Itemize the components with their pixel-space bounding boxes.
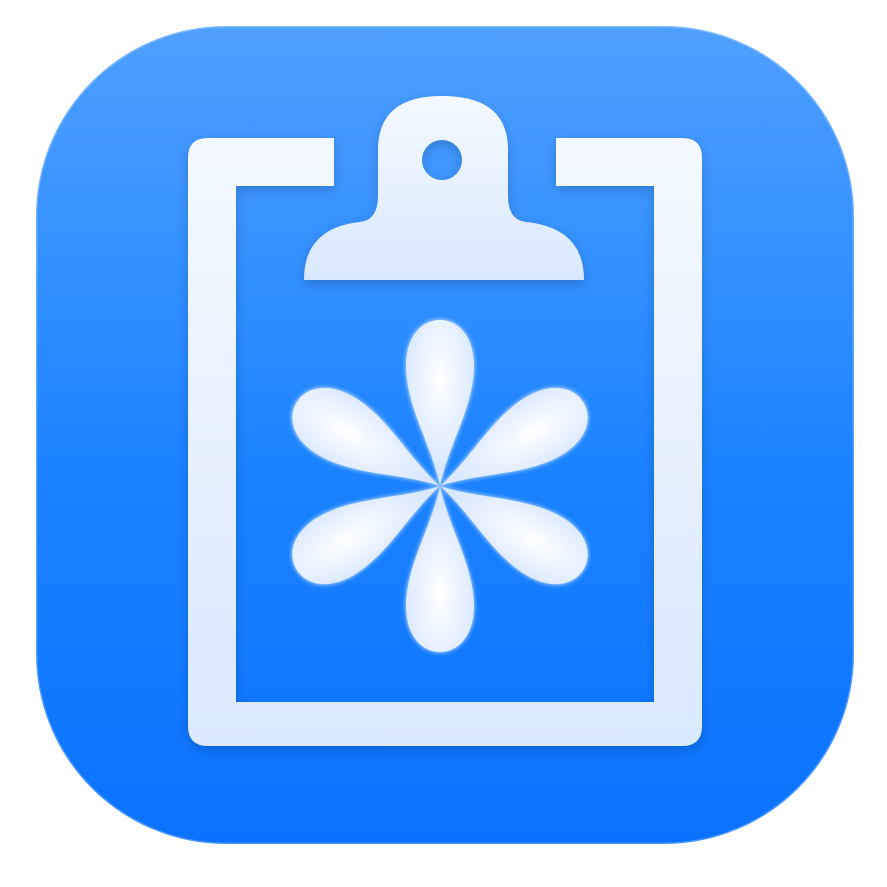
app-icon[interactable] [0, 0, 887, 887]
app-icon-graphic [34, 24, 856, 846]
